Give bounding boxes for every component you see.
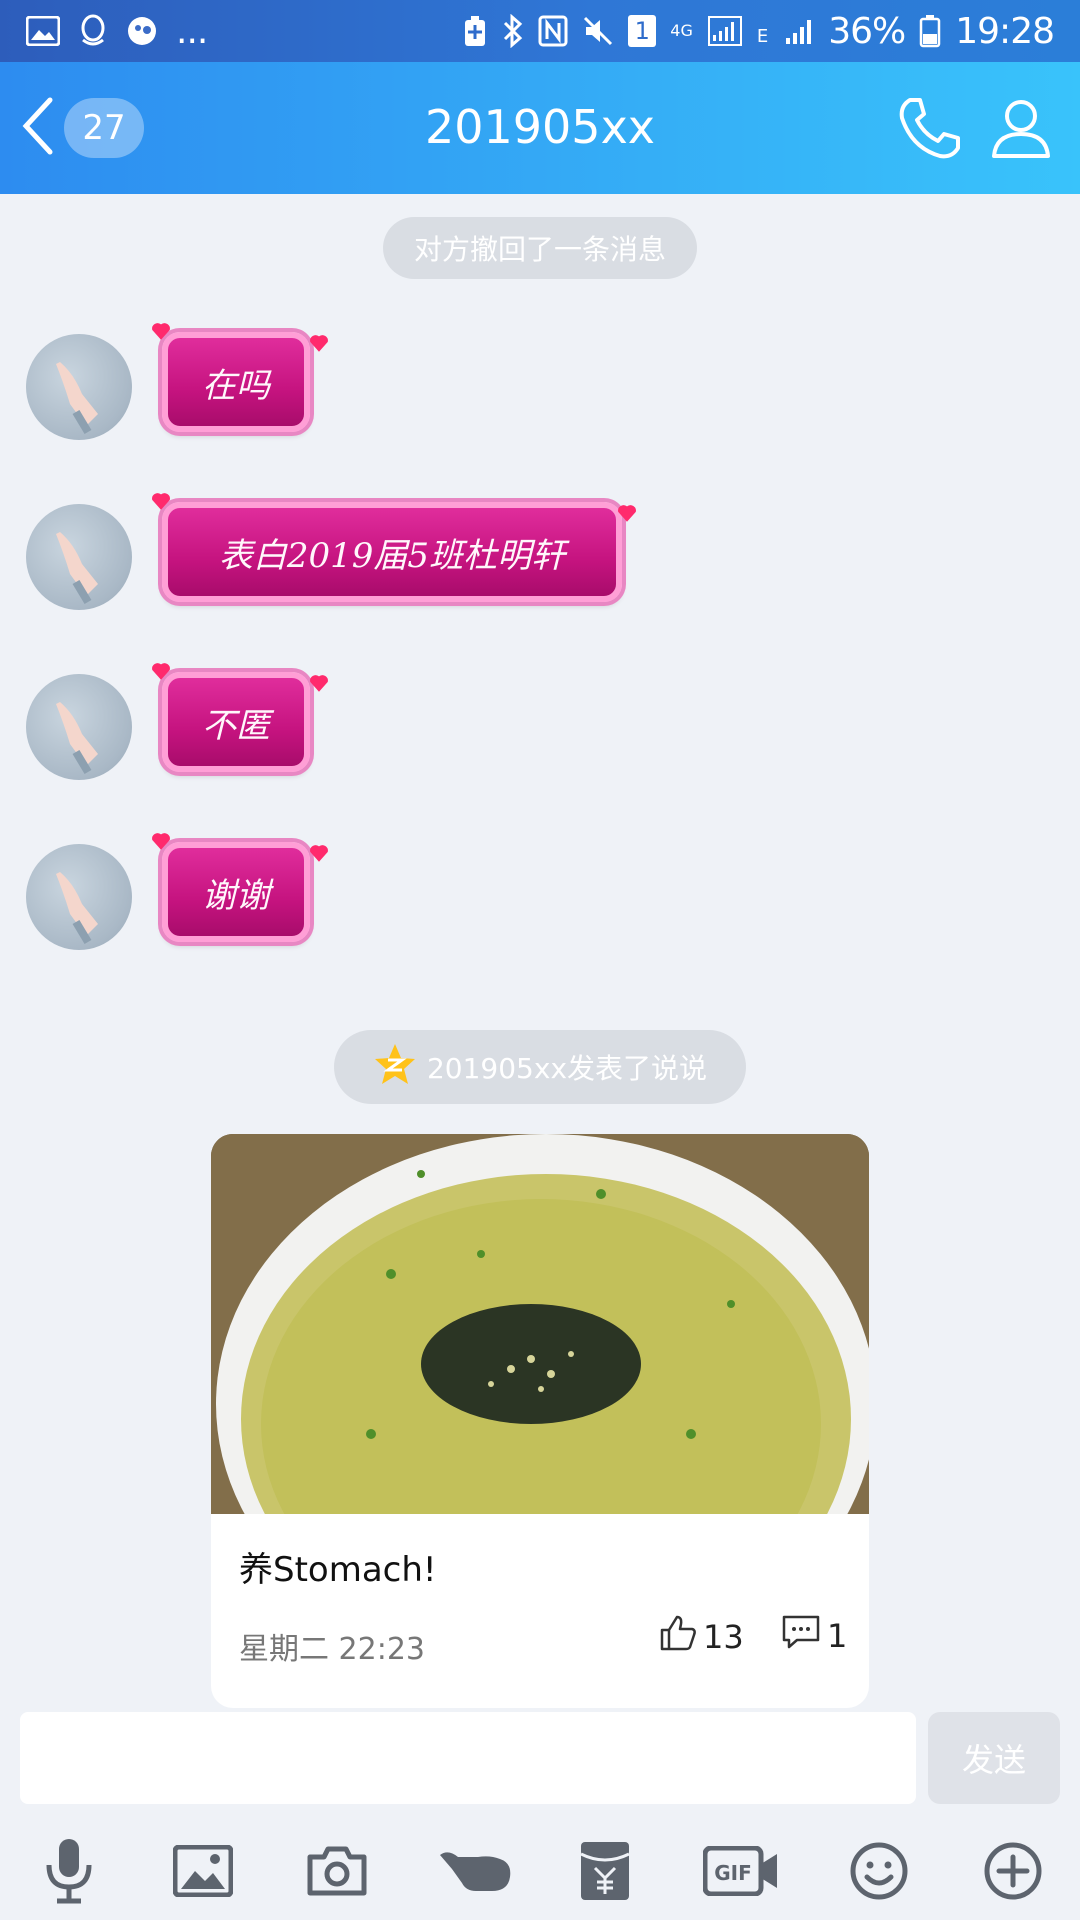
clock: 19:28	[955, 10, 1055, 52]
recall-notice: 对方撤回了一条消息	[383, 217, 697, 279]
avatar[interactable]	[26, 334, 132, 440]
comment-icon	[781, 1614, 821, 1658]
battery-saver-icon	[462, 12, 488, 50]
message-text: 不匿	[202, 705, 270, 746]
e-label: E	[756, 25, 769, 47]
shared-post-card[interactable]: 养Stomach! 星期二 22:23 13 1	[211, 1134, 869, 1708]
avatar[interactable]	[26, 504, 132, 610]
signal-icon	[707, 12, 743, 50]
battery-icon	[919, 12, 941, 50]
like-button[interactable]: 13	[659, 1614, 744, 1660]
message-bubble[interactable]: 在吗	[162, 332, 310, 432]
heart-icon	[310, 335, 328, 352]
bluetooth-icon	[502, 12, 524, 50]
nfc-icon	[538, 12, 568, 50]
plus-icon[interactable]	[978, 1836, 1048, 1906]
post-image	[211, 1134, 869, 1514]
phone-icon[interactable]	[896, 96, 962, 164]
message-bubble[interactable]: 谢谢	[162, 842, 310, 942]
message-bubble[interactable]: 不匿	[162, 672, 310, 772]
red-packet-icon[interactable]	[570, 1836, 640, 1906]
mute-icon	[582, 12, 614, 50]
microphone-icon[interactable]	[34, 1836, 104, 1906]
emoji-icon[interactable]	[844, 1836, 914, 1906]
gallery-notification-icon	[26, 12, 60, 50]
profile-icon[interactable]	[990, 96, 1052, 164]
message-text: 表白2019届5班杜明轩	[218, 535, 566, 576]
heart-icon	[152, 663, 170, 680]
more-notifications: ...	[176, 10, 208, 52]
post-timestamp: 星期二 22:23	[239, 1632, 425, 1667]
message-input[interactable]	[20, 1712, 916, 1804]
image-icon[interactable]	[168, 1836, 238, 1906]
poke-icon[interactable]	[436, 1836, 516, 1906]
heart-icon	[152, 323, 170, 340]
sim-badge: 1	[628, 12, 657, 50]
status-bar: ... 1 4G E 36% 19:28	[0, 0, 1080, 62]
message-text: 谢谢	[202, 875, 270, 916]
avatar[interactable]	[26, 844, 132, 950]
app-notification-icon	[126, 12, 158, 50]
qzone-star-icon	[373, 1042, 417, 1093]
post-caption: 养Stomach!	[239, 1550, 437, 1590]
heart-icon	[152, 493, 170, 510]
message-text: 在吗	[202, 365, 270, 406]
heart-icon	[310, 845, 328, 862]
posted-notice-text: 201905xx发表了说说	[426, 1052, 708, 1085]
message-bubble[interactable]: 表白2019届5班杜明轩	[162, 502, 622, 602]
svg-text:GIF: GIF	[714, 1861, 752, 1885]
heart-icon	[310, 675, 328, 692]
heart-icon	[152, 833, 170, 850]
send-button[interactable]: 发送	[928, 1712, 1060, 1804]
heart-icon	[618, 505, 636, 522]
comment-button[interactable]: 1	[781, 1614, 847, 1658]
battery-percent: 36%	[828, 10, 906, 52]
comment-count: 1	[827, 1617, 848, 1655]
signal-icon-2	[782, 12, 814, 50]
thumbs-up-icon	[659, 1614, 697, 1660]
avatar[interactable]	[26, 674, 132, 780]
camera-icon[interactable]	[302, 1836, 372, 1906]
chat-header: 27 201905xx	[0, 62, 1080, 194]
network-type-label: 4G	[670, 21, 693, 40]
like-count: 13	[703, 1618, 744, 1656]
posted-notice[interactable]: 201905xx发表了说说	[334, 1030, 746, 1104]
qq-notification-icon	[78, 12, 108, 50]
gif-icon[interactable]: GIF	[702, 1836, 782, 1906]
